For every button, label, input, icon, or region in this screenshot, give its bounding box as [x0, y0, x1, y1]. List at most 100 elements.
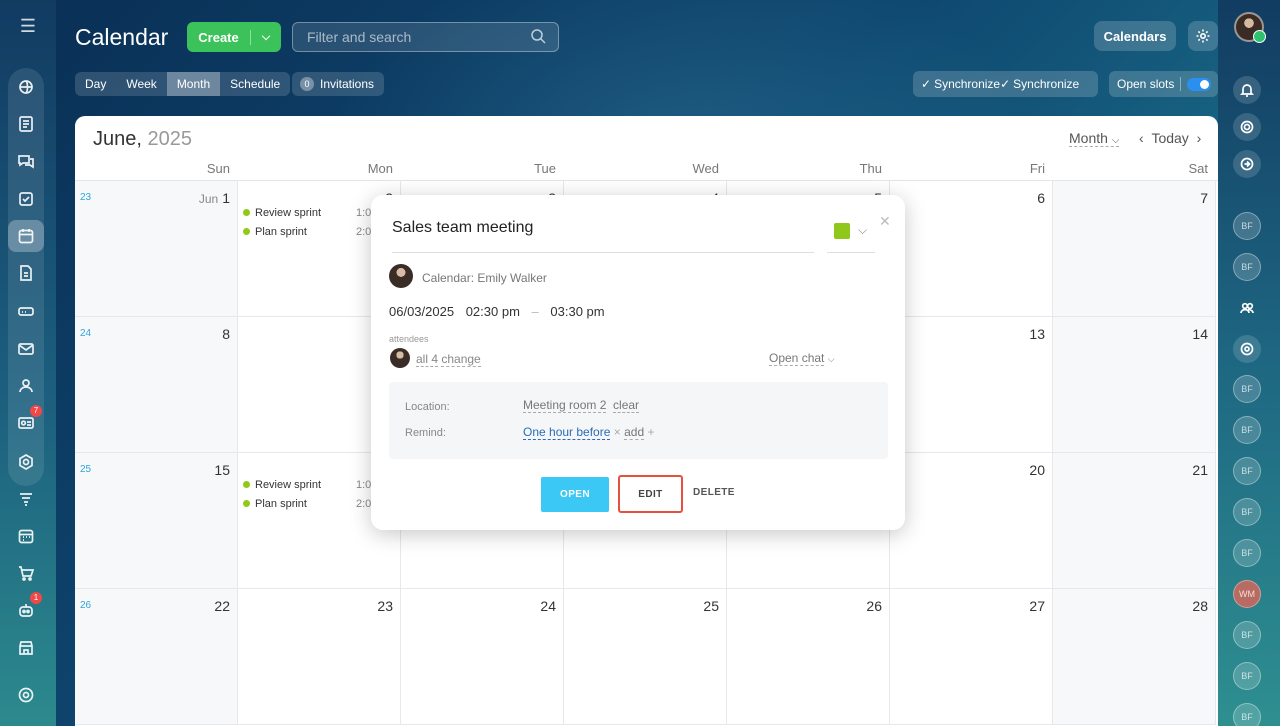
search-input[interactable]	[292, 22, 559, 52]
chat-avatar[interactable]: BF	[1233, 539, 1261, 567]
view-select[interactable]: Month ⌵	[1069, 130, 1120, 147]
sidebar-item-copilot-icon[interactable]: 1	[8, 592, 44, 625]
open-slots-toggle[interactable]	[1187, 77, 1212, 91]
tab-month[interactable]: Month	[166, 72, 221, 96]
day-cell[interactable]: 14	[1053, 317, 1216, 453]
sidebar-item-mail-icon[interactable]	[8, 334, 44, 364]
event-title[interactable]: Sales team meeting	[392, 219, 814, 253]
week-number[interactable]: 24	[80, 328, 91, 339]
week-number[interactable]: 23	[80, 192, 91, 203]
create-button[interactable]: Create ⌵	[187, 22, 281, 52]
user-avatar[interactable]	[1234, 12, 1266, 43]
sidebar-item-contacts-icon[interactable]	[8, 371, 44, 401]
open-button[interactable]: OPEN	[541, 477, 609, 512]
week-number[interactable]: 25	[80, 464, 91, 475]
sidebar-item-calendar-icon[interactable]	[8, 220, 44, 252]
close-icon[interactable]: ✕	[879, 213, 891, 230]
calendar-event[interactable]: Plan sprint 2:00	[243, 498, 383, 510]
sidebar-settings-icon[interactable]	[8, 680, 44, 710]
chat-avatar[interactable]: BF	[1233, 703, 1261, 726]
location-clear-link[interactable]: clear	[613, 398, 640, 413]
tab-schedule[interactable]: Schedule	[220, 72, 290, 96]
attendees-change-link[interactable]: change	[441, 352, 481, 367]
settings-gear-icon[interactable]	[1188, 21, 1218, 51]
sidebar-item-docs-icon[interactable]	[8, 258, 44, 288]
sidebar-item-drive-icon[interactable]	[8, 296, 44, 326]
week-number[interactable]: 26	[80, 600, 91, 611]
day-cell[interactable]: 24	[401, 589, 564, 725]
event-title: Review sprint	[255, 207, 322, 219]
day-cell[interactable]: 25	[564, 589, 727, 725]
sidebar-item-filter-icon[interactable]	[8, 484, 44, 514]
chat-avatar[interactable]: BF	[1233, 457, 1261, 485]
day-cell[interactable]: 27	[890, 589, 1053, 725]
tab-week[interactable]: Week	[116, 72, 166, 96]
day-cell[interactable]: 24 8	[75, 317, 238, 453]
remind-link[interactable]: One hour before	[523, 425, 611, 440]
day-cell[interactable]: 13	[890, 317, 1053, 453]
chat-avatar[interactable]: BF	[1233, 253, 1261, 281]
day-cell[interactable]: 21	[1053, 453, 1216, 589]
next-month-icon[interactable]: ›	[1197, 130, 1202, 146]
day-number: 8	[222, 326, 230, 342]
search-icon[interactable]	[530, 28, 546, 44]
sidebar-item-automation-icon[interactable]	[8, 447, 44, 477]
chat-avatar[interactable]: BF	[1233, 375, 1261, 403]
copilot-spiral-icon[interactable]	[1233, 113, 1261, 141]
delete-button[interactable]: DELETE	[693, 487, 735, 498]
chat-avatar[interactable]: BF	[1233, 662, 1261, 690]
calendar-event[interactable]: Plan sprint 2:00	[243, 226, 383, 238]
day-cell[interactable]: 23	[238, 589, 401, 725]
plus-icon[interactable]: +	[647, 425, 654, 439]
open-chat-dropdown[interactable]: Open chat ⌵	[769, 351, 835, 366]
day-cell[interactable]: 26	[727, 589, 890, 725]
location-link[interactable]: Meeting room 2	[523, 398, 607, 413]
open-slots-control[interactable]: Open slots	[1109, 71, 1218, 97]
prev-month-icon[interactable]: ‹	[1139, 130, 1144, 146]
sidebar-item-booking-icon[interactable]	[8, 521, 44, 551]
chat-avatar[interactable]: BF	[1233, 416, 1261, 444]
day-cell[interactable]: 6	[890, 181, 1053, 317]
open-channel-icon[interactable]	[1233, 335, 1261, 363]
sidebar-item-sites-icon[interactable]	[8, 72, 44, 102]
hamburger-menu-icon[interactable]: ☰	[17, 16, 39, 36]
sidebar-item-shop-cart-icon[interactable]	[8, 558, 44, 588]
notifications-bell-icon[interactable]	[1233, 76, 1261, 104]
color-picker[interactable]: ⌵	[827, 223, 875, 253]
sidebar-item-store-icon[interactable]	[8, 633, 44, 663]
sync-label-2: Synchronize	[1013, 77, 1080, 91]
month-abbr: Jun	[198, 192, 219, 206]
chat-avatar[interactable]: BF	[1233, 212, 1261, 240]
chevron-down-icon[interactable]: ⌵	[251, 31, 281, 44]
weekday-header: Sun	[206, 161, 230, 176]
day-cell[interactable]: 7	[1053, 181, 1216, 317]
day-cell[interactable]: 26 22	[75, 589, 238, 725]
attendees-all-link[interactable]: all 4	[416, 352, 439, 367]
invitations-button[interactable]: 0 Invitations	[292, 72, 385, 96]
sidebar-item-tasks-icon[interactable]	[8, 184, 44, 214]
today-button[interactable]: Today	[1151, 130, 1188, 146]
group-users-icon[interactable]	[1233, 294, 1261, 322]
calendar-event[interactable]: Review sprint 1:00	[243, 479, 383, 491]
chat-avatar[interactable]: BF	[1233, 498, 1261, 526]
day-cell[interactable]: 28	[1053, 589, 1216, 725]
day-cell[interactable]: 23 Jun 1	[75, 181, 238, 317]
calendars-button[interactable]: Calendars	[1094, 21, 1176, 51]
day-number: 28	[1192, 598, 1208, 614]
remind-add-link[interactable]: add	[624, 425, 645, 440]
chat-avatar[interactable]: WM	[1233, 580, 1261, 608]
synchronize-button[interactable]: ✓ Synchronize ✓ Synchronize	[913, 71, 1098, 97]
day-cell[interactable]: 20	[890, 453, 1053, 589]
edit-button[interactable]: EDIT	[618, 475, 683, 513]
chat-sync-icon[interactable]	[1233, 150, 1261, 178]
month-name: June,	[93, 128, 142, 150]
create-button-label: Create	[187, 29, 251, 45]
calendar-event[interactable]: Review sprint 1:00	[243, 207, 383, 219]
remove-remind-icon[interactable]: ×	[614, 425, 621, 439]
day-cell[interactable]: 25 15	[75, 453, 238, 589]
tab-day[interactable]: Day	[75, 72, 116, 96]
sidebar-item-crm-icon[interactable]: 7	[8, 405, 44, 438]
chat-avatar[interactable]: BF	[1233, 621, 1261, 649]
sidebar-item-feed-icon[interactable]	[8, 109, 44, 139]
sidebar-item-chat-icon[interactable]	[8, 146, 44, 176]
